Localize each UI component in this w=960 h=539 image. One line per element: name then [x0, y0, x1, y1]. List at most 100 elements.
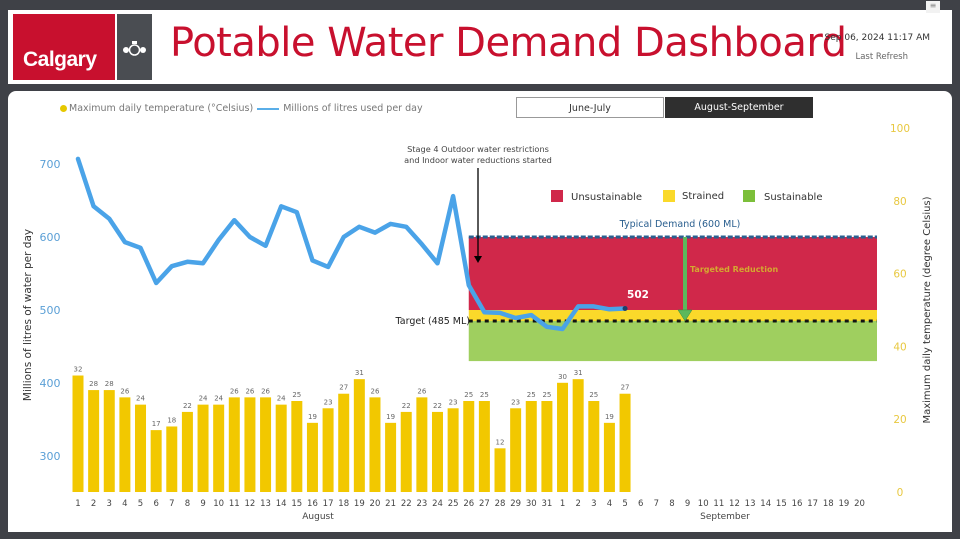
- x-tick-label: 17: [323, 499, 334, 509]
- x-tick-label: 20: [370, 499, 381, 509]
- water-demand-chart: 3004005006007000204060801001 2 3 4 5 6 7 8 9 10 11…: [22, 123, 933, 522]
- x-tick-label: 18: [338, 499, 349, 509]
- x-tick-label: 9: [685, 499, 690, 509]
- temperature-bar-label: 25: [464, 391, 473, 399]
- y-left-tick-label: 500: [40, 304, 61, 317]
- y-right-tick-label: 20: [893, 414, 906, 426]
- temperature-bar-label: 19: [308, 413, 317, 421]
- temperature-bar-label: 26: [261, 387, 270, 395]
- temperature-bar: [572, 379, 584, 492]
- temperature-bar-label: 26: [120, 387, 129, 395]
- x-tick-label: 1: [560, 499, 565, 509]
- temperature-bar: [588, 401, 600, 492]
- temperature-bar-label: 25: [542, 391, 551, 399]
- temperature-bar: [166, 426, 178, 492]
- temperature-bar-label: 19: [386, 413, 395, 421]
- temperature-bar: [447, 408, 459, 492]
- x-tick-label: 13: [260, 499, 271, 509]
- x-tick-label: 1: [75, 499, 80, 509]
- x-tick-label: 14: [760, 499, 771, 509]
- temperature-bar: [525, 401, 537, 492]
- temperature-bar: [228, 397, 240, 492]
- x-tick-label: 19: [354, 499, 365, 509]
- y-right-tick-label: 60: [893, 269, 906, 281]
- temperature-bar: [400, 411, 412, 492]
- x-tick-label: 11: [713, 499, 724, 509]
- temperature-bar: [385, 422, 397, 492]
- x-tick-label: 12: [245, 499, 256, 509]
- x-tick-label: 21: [385, 499, 396, 509]
- x-tick-label: 10: [213, 499, 224, 509]
- temperature-bar-label: 25: [589, 391, 598, 399]
- temperature-bar-label: 26: [230, 387, 239, 395]
- x-tick-label: 13: [745, 499, 756, 509]
- y-left-tick-label: 700: [40, 158, 61, 171]
- temperature-bar: [557, 382, 569, 492]
- x-tick-label: 4: [607, 499, 612, 509]
- temperature-bar-label: 31: [574, 369, 583, 377]
- legend-label-unsustainable: Unsustainable: [571, 192, 642, 203]
- x-tick-label: 4: [122, 499, 127, 509]
- x-tick-label: 5: [138, 499, 143, 509]
- temperature-bar: [213, 404, 225, 492]
- x-tick-label: 22: [401, 499, 412, 509]
- temperature-bar-label: 24: [277, 395, 286, 403]
- temperature-bar: [416, 397, 428, 492]
- y-right-tick-label: 80: [893, 196, 906, 208]
- temperature-bar-label: 17: [152, 420, 161, 428]
- stage4-annotation-line2: and Indoor water reductions started: [404, 155, 552, 165]
- legend-swatch-strained: [663, 190, 675, 202]
- temperature-bar: [291, 401, 303, 492]
- temperature-bar-label: 24: [214, 395, 223, 403]
- temperature-bar-label: 23: [511, 398, 520, 406]
- x-tick-label: 7: [169, 499, 174, 509]
- x-month-label-september: September: [700, 512, 750, 522]
- temperature-bar-label: 25: [480, 391, 489, 399]
- temperature-bar: [72, 375, 84, 492]
- x-tick-label: 8: [185, 499, 190, 509]
- last-value-marker: [622, 306, 628, 312]
- x-tick-label: 28: [495, 499, 506, 509]
- temperature-bar: [197, 404, 209, 492]
- temperature-bar: [510, 408, 522, 492]
- x-tick-label: 24: [432, 499, 443, 509]
- temperature-bar-label: 24: [199, 395, 208, 403]
- y-right-tick-label: 0: [897, 487, 904, 499]
- x-tick-label: 10: [698, 499, 709, 509]
- x-tick-label: 17: [807, 499, 818, 509]
- x-tick-label: 27: [479, 499, 490, 509]
- temperature-bar-label: 27: [621, 384, 630, 392]
- x-tick-label: 15: [291, 499, 302, 509]
- target-label: Target (485 ML): [395, 316, 470, 327]
- temperature-bar: [603, 422, 615, 492]
- y-right-axis-label: Maximum daily temperature (degree Celsiu…: [922, 196, 933, 423]
- temperature-bar-label: 31: [355, 369, 364, 377]
- x-tick-label: 14: [276, 499, 287, 509]
- temperature-bar: [275, 404, 287, 492]
- temperature-bar-label: 24: [136, 395, 145, 403]
- x-tick-label: 19: [838, 499, 849, 509]
- y-left-tick-label: 400: [40, 377, 61, 390]
- temperature-bar: [244, 397, 256, 492]
- temperature-bar: [88, 390, 100, 492]
- x-tick-label: 6: [153, 499, 158, 509]
- temperature-bar: [478, 401, 490, 492]
- x-month-label-august: August: [302, 512, 334, 522]
- temperature-bar: [369, 397, 381, 492]
- y-right-tick-label: 40: [893, 341, 906, 353]
- temperature-bar: [463, 401, 475, 492]
- temperature-bar-label: 25: [292, 391, 301, 399]
- temperature-bar: [322, 408, 334, 492]
- x-tick-label: 20: [854, 499, 865, 509]
- temperature-bar: [353, 379, 365, 492]
- temperature-bar-label: 22: [433, 402, 442, 410]
- temperature-bar: [103, 390, 115, 492]
- last-value-label: 502: [627, 289, 649, 301]
- temperature-bar-label: 18: [167, 416, 176, 424]
- x-tick-label: 11: [229, 499, 240, 509]
- temperature-bar-label: 12: [496, 438, 505, 446]
- legend-label-strained: Strained: [682, 191, 724, 202]
- temperature-bar: [260, 397, 272, 492]
- x-tick-label: 3: [107, 499, 112, 509]
- temperature-bar-label: 23: [324, 398, 333, 406]
